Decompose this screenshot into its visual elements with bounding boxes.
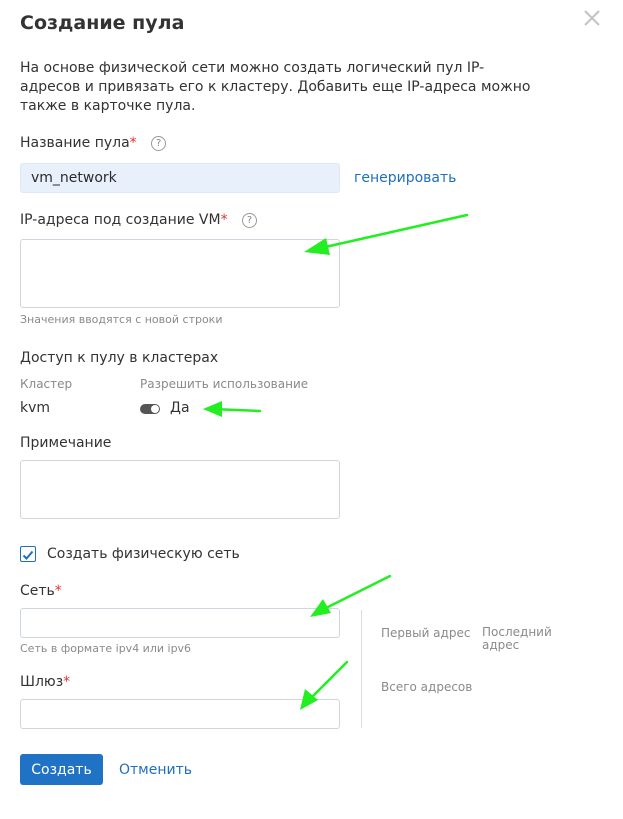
total-addresses-label: Всего адресов <box>381 680 473 694</box>
allow-usage-label: Да <box>170 400 190 416</box>
network-hint: Сеть в формате ipv4 или ipv6 <box>20 642 192 655</box>
address-info-divider <box>361 610 362 728</box>
ip-addresses-label: IP-адреса под создание VM <box>20 212 221 228</box>
note-textarea[interactable] <box>20 460 340 519</box>
annotation-arrows <box>203 213 469 710</box>
last-address-label: Последний адрес <box>482 625 552 652</box>
cluster-column-header: Кластер <box>20 377 73 391</box>
required-mark: * <box>63 674 71 690</box>
note-label: Примечание <box>20 435 112 451</box>
pool-name-input[interactable] <box>20 163 340 193</box>
create-physical-network-label[interactable]: Создать физическую сеть <box>47 546 240 562</box>
required-mark: * <box>54 583 62 599</box>
cancel-button[interactable]: Отменить <box>119 762 192 778</box>
gateway-input[interactable] <box>20 699 340 729</box>
first-address-label: Первый адрес <box>381 626 471 640</box>
help-icon[interactable]: ? <box>151 136 167 151</box>
allow-column-header: Разрешить использование <box>140 377 309 391</box>
arrow-icon <box>203 401 262 417</box>
required-mark: * <box>129 135 137 151</box>
pool-name-label: Название пула <box>20 135 130 151</box>
gateway-label: Шлюз <box>20 674 64 690</box>
cluster-access-heading: Доступ к пулу в кластерах <box>20 350 219 366</box>
network-label-row: Сеть* <box>20 583 62 599</box>
gateway-label-row: Шлюз* <box>20 674 70 690</box>
help-icon[interactable]: ? <box>242 213 258 228</box>
allow-usage-toggle[interactable] <box>140 404 160 414</box>
dialog-title: Создание пула <box>20 12 185 34</box>
ip-addresses-hint: Значения вводятся с новой строки <box>20 313 223 326</box>
pool-name-label-row: Название пула* ? <box>20 135 167 151</box>
ip-addresses-textarea[interactable] <box>20 239 340 308</box>
checkmark-icon <box>22 550 34 560</box>
ip-addresses-label-row: IP-адреса под создание VM* ? <box>20 212 258 228</box>
create-button[interactable]: Создать <box>20 754 103 785</box>
close-icon[interactable] <box>580 6 604 30</box>
network-input[interactable] <box>20 608 340 638</box>
create-physical-network-checkbox[interactable] <box>20 546 36 562</box>
network-label: Сеть <box>20 583 55 599</box>
dialog-description: На основе физической сети можно создать … <box>20 60 531 114</box>
cluster-name: kvm <box>20 400 51 416</box>
required-mark: * <box>220 212 228 228</box>
generate-link[interactable]: генерировать <box>354 170 456 186</box>
